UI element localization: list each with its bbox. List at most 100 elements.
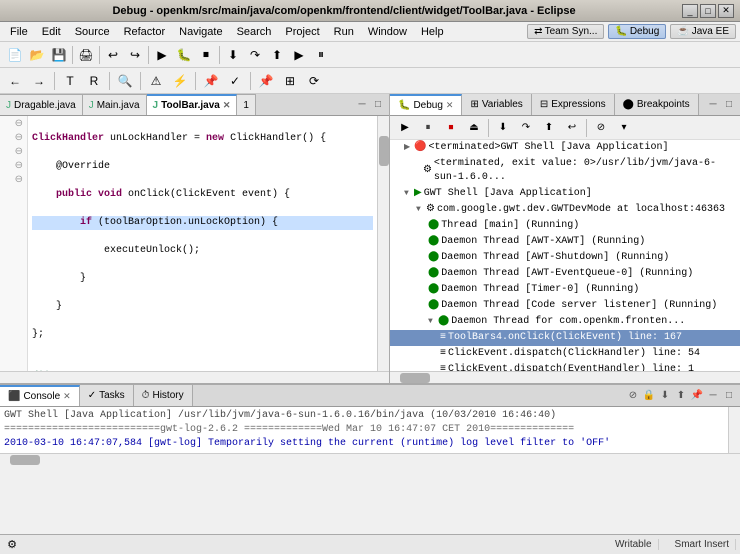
menu-window[interactable]: Window [362,25,413,39]
debug-stop-button[interactable]: ⏹ [440,117,462,139]
debug-suspend-button[interactable]: ⏸ [417,117,439,139]
editor-vertical-scrollbar[interactable] [377,116,389,371]
tree-item-gwt-shell[interactable]: ▶ GWT Shell [Java Application] [390,186,740,202]
tab-overflow[interactable]: 1 [237,94,256,115]
tree-item-terminated-path[interactable]: ⚙ <terminated, exit value: 0>/usr/lib/jv… [390,156,740,186]
tree-item-thread-timer[interactable]: ⬤ Daemon Thread [Timer-0] (Running) [390,282,740,298]
menu-help[interactable]: Help [415,25,450,39]
console-scroll-start[interactable]: ⬆ [674,389,688,403]
minimize-console[interactable]: ─ [706,389,720,403]
save-button[interactable]: 💾 [48,44,70,66]
minimize-editor[interactable]: ─ [355,98,369,112]
menu-source[interactable]: Source [69,25,116,39]
maximize-console[interactable]: □ [722,389,736,403]
arrow-terminated[interactable] [404,141,414,155]
close-console-tab[interactable]: ✕ [63,391,71,402]
console-pin[interactable]: 📌 [690,389,704,403]
search-button[interactable]: 🔍 [114,70,136,92]
arrow-gwt-shell[interactable] [404,187,414,201]
previous-button[interactable]: ← [4,70,26,92]
tab-toolbar[interactable]: J ToolBar.java ✕ [147,94,238,115]
debug-tree[interactable]: 🔴 <terminated>GWT Shell [Java Applicatio… [390,140,740,371]
editor-scroll-thumb[interactable] [379,136,389,166]
tree-item-thread-main[interactable]: ⬤ Thread [main] (Running) [390,218,740,234]
prev-annotation[interactable]: ⚡ [169,70,191,92]
arrow-devmode[interactable] [416,203,426,217]
resume-button[interactable]: ▶ [288,44,310,66]
menu-edit[interactable]: Edit [36,25,67,39]
editor-horizontal-scrollbar[interactable] [0,371,389,383]
maximize-editor[interactable]: □ [371,98,385,112]
minimize-debug[interactable]: ─ [706,98,720,112]
debug-tab-breakpoints[interactable]: ⬤ Breakpoints [615,94,699,115]
tree-item-gwt-devmode[interactable]: ⚙ com.google.gwt.dev.GWTDevMode at local… [390,202,740,218]
run-button[interactable]: ▶ [151,44,173,66]
redo-button[interactable]: ↪ [124,44,146,66]
menu-project[interactable]: Project [279,25,325,39]
tree-item-clickevent-dispatch2[interactable]: ≡ ClickEvent.dispatch(EventHandler) line… [390,362,740,371]
next-annotation[interactable]: ⚠ [145,70,167,92]
use-step-filters[interactable]: ⊘ [590,117,612,139]
window-controls[interactable]: _ □ ✕ [682,4,734,18]
tree-item-clickevent-dispatch1[interactable]: ≡ ClickEvent.dispatch(ClickHandler) line… [390,346,740,362]
console-hscroll-thumb[interactable] [10,455,40,465]
console-clear[interactable]: ⊘ [626,389,640,403]
debug-tab-expressions[interactable]: ⊟ Expressions [532,94,615,115]
debug-drop-frame[interactable]: ↩ [561,117,583,139]
console-scroll-lock[interactable]: 🔒 [642,389,656,403]
java-ee-perspective[interactable]: ☕ Java EE [670,24,736,39]
undo-button[interactable]: ↩ [102,44,124,66]
console-scroll-end[interactable]: ⬇ [658,389,672,403]
layout-button[interactable]: ⊞ [279,70,301,92]
sync-button[interactable]: ⟳ [303,70,325,92]
bookmarks-button[interactable]: 📌 [200,70,222,92]
open-button[interactable]: 📂 [26,44,48,66]
code-content[interactable]: ClickHandler unLockHandler = new ClickHa… [28,116,377,371]
menu-run[interactable]: Run [328,25,360,39]
open-type-button[interactable]: T [59,70,81,92]
next-button[interactable]: → [28,70,50,92]
step-return-button[interactable]: ⬆ [266,44,288,66]
close-button[interactable]: ✕ [718,4,734,18]
maximize-debug[interactable]: □ [722,98,736,112]
console-horizontal-scrollbar[interactable] [0,453,740,465]
team-sync-perspective[interactable]: ⇄ Team Syn... [527,24,604,39]
tree-item-terminated-gwt[interactable]: 🔴 <terminated>GWT Shell [Java Applicatio… [390,140,740,156]
debug-view-menu[interactable]: ▾ [613,117,635,139]
menu-refactor[interactable]: Refactor [118,25,172,39]
pin-button[interactable]: 📌 [255,70,277,92]
new-button[interactable]: 📄 [4,44,26,66]
menu-navigate[interactable]: Navigate [173,25,228,39]
step-into-button[interactable]: ⬇ [222,44,244,66]
close-toolbar-tab[interactable]: ✕ [223,100,231,111]
tab-main[interactable]: J Main.java [83,94,147,115]
step-over-button[interactable]: ↷ [244,44,266,66]
history-tab[interactable]: ⏱ History [134,385,193,406]
arrow-daemon[interactable] [428,315,438,329]
debug-step-into[interactable]: ⬇ [492,117,514,139]
print-button[interactable]: 🖨 [75,44,97,66]
code-editor[interactable]: ⊖ ⊖ ⊖ ⊖ ⊖ ClickHand [0,116,389,371]
console-vertical-scrollbar[interactable] [728,407,740,453]
debug-horizontal-scrollbar[interactable] [390,371,740,383]
debug-run-button[interactable]: 🐛 [173,44,195,66]
tab-dragable[interactable]: J Dragable.java [0,94,83,115]
debug-hscroll-thumb[interactable] [400,373,430,383]
tree-item-thread-codeserver[interactable]: ⬤ Daemon Thread [Code server listener] (… [390,298,740,314]
minimize-button[interactable]: _ [682,4,698,18]
tree-item-thread-eventqueue[interactable]: ⬤ Daemon Thread [AWT-EventQueue-0] (Runn… [390,266,740,282]
debug-tab-debug[interactable]: 🐛 Debug ✕ [390,94,462,115]
tree-item-thread-daemon-openkm[interactable]: ⬤ Daemon Thread for com.openkm.fronten..… [390,314,740,330]
debug-step-return[interactable]: ⬆ [538,117,560,139]
tree-item-thread-awt-shutdown[interactable]: ⬤ Daemon Thread [AWT-Shutdown] (Running) [390,250,740,266]
close-debug-tab[interactable]: ✕ [446,100,454,111]
debug-tab-variables[interactable]: ⊞ Variables [462,94,531,115]
maximize-button[interactable]: □ [700,4,716,18]
debug-disconnect-button[interactable]: ⏏ [463,117,485,139]
menu-file[interactable]: File [4,25,34,39]
debug-step-over[interactable]: ↷ [515,117,537,139]
console-tab[interactable]: ⬛ Console ✕ [0,385,80,406]
open-resource-button[interactable]: R [83,70,105,92]
debug-perspective[interactable]: 🐛 Debug [608,24,666,39]
tasks-tab[interactable]: ✓ Tasks [80,385,134,406]
